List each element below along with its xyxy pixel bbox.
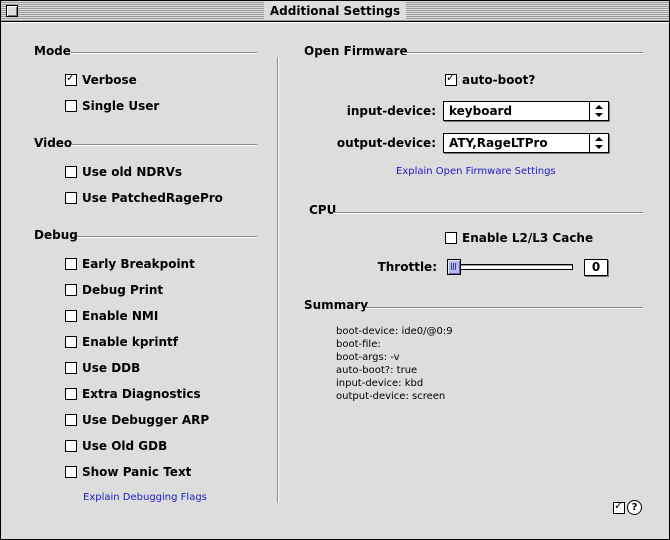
enable-kprintf-row[interactable]: Enable kprintf xyxy=(65,334,178,350)
output-device-popup[interactable]: ATY,RageLTPro xyxy=(443,133,609,153)
debug-print-row[interactable]: Debug Print xyxy=(65,282,163,298)
use-old-ndrvs-checkbox[interactable] xyxy=(65,166,77,178)
extra-diagnostics-label: Extra Diagnostics xyxy=(82,387,201,401)
cpu-divider xyxy=(333,212,643,214)
throttle-value-box: 0 xyxy=(584,259,608,276)
verbose-checkbox[interactable] xyxy=(65,72,77,86)
input-device-value: keyboard xyxy=(449,104,513,118)
throttle-slider-thumb[interactable] xyxy=(447,259,461,275)
summary-boot-device: boot-device: ide0/@0:9 xyxy=(336,326,453,337)
use-patched-ragepro-row[interactable]: Use PatchedRagePro xyxy=(65,190,223,206)
use-ddb-row[interactable]: Use DDB xyxy=(65,360,140,376)
use-ddb-checkbox[interactable] xyxy=(65,362,77,374)
open-firmware-divider xyxy=(403,52,643,54)
mode-divider xyxy=(71,52,257,54)
video-section-title: Video xyxy=(34,136,73,150)
input-device-popup[interactable]: keyboard xyxy=(443,101,609,121)
summary-divider xyxy=(365,307,643,309)
summary-auto-boot: auto-boot?: true xyxy=(336,365,418,376)
single-user-checkbox-row[interactable]: Single User xyxy=(65,98,159,114)
summary-boot-file: boot-file: xyxy=(336,339,381,350)
verbose-checkbox-row[interactable]: Verbose xyxy=(65,72,137,88)
use-old-gdb-label: Use Old GDB xyxy=(82,439,168,453)
use-debugger-arp-label: Use Debugger ARP xyxy=(82,413,210,427)
explain-debugging-flags-link[interactable]: Explain Debugging Flags xyxy=(83,492,207,504)
extra-diagnostics-checkbox[interactable] xyxy=(65,388,77,400)
video-divider xyxy=(71,144,257,146)
enable-cache-label: Enable L2/L3 Cache xyxy=(462,231,594,245)
debug-print-label: Debug Print xyxy=(82,283,164,297)
input-device-label: input-device: xyxy=(346,104,436,118)
auto-boot-checkbox[interactable] xyxy=(445,72,457,86)
close-box-icon[interactable] xyxy=(6,5,18,17)
window-title: Additional Settings xyxy=(263,2,407,20)
explain-open-firmware-link[interactable]: Explain Open Firmware Settings xyxy=(396,166,556,178)
window-content: Mode Verbose Single User Video Use old N… xyxy=(1,22,669,539)
extra-diagnostics-row[interactable]: Extra Diagnostics xyxy=(65,386,201,402)
summary-input-device: input-device: kbd xyxy=(336,378,424,389)
title-bar[interactable]: Additional Settings xyxy=(1,1,669,22)
verbose-label: Verbose xyxy=(82,73,137,87)
auto-boot-label: auto-boot? xyxy=(462,73,536,87)
single-user-label: Single User xyxy=(82,99,160,113)
debug-print-checkbox[interactable] xyxy=(65,284,77,296)
use-patched-ragepro-label: Use PatchedRagePro xyxy=(82,191,223,205)
summary-section-title: Summary xyxy=(304,298,369,312)
enable-kprintf-checkbox[interactable] xyxy=(65,336,77,348)
cpu-section-title: CPU xyxy=(309,203,337,217)
use-old-ndrvs-label: Use old NDRVs xyxy=(82,165,183,179)
enable-kprintf-label: Enable kprintf xyxy=(82,335,178,349)
early-breakpoint-checkbox[interactable] xyxy=(65,258,77,270)
use-debugger-arp-row[interactable]: Use Debugger ARP xyxy=(65,412,209,428)
debug-section-title: Debug xyxy=(34,228,78,242)
show-panic-text-row[interactable]: Show Panic Text xyxy=(65,464,191,480)
column-divider xyxy=(277,57,279,503)
checkbox-icon[interactable] xyxy=(613,500,625,514)
use-old-gdb-row[interactable]: Use Old GDB xyxy=(65,438,167,454)
updown-arrows-icon xyxy=(589,102,608,120)
open-firmware-section-title: Open Firmware xyxy=(304,44,408,58)
use-patched-ragepro-checkbox[interactable] xyxy=(65,192,77,204)
mode-section-title: Mode xyxy=(34,44,71,58)
use-debugger-arp-checkbox[interactable] xyxy=(65,414,77,426)
summary-boot-args: boot-args: -v xyxy=(336,352,400,363)
enable-nmi-row[interactable]: Enable NMI xyxy=(65,308,158,324)
output-device-label: output-device: xyxy=(336,136,436,150)
early-breakpoint-label: Early Breakpoint xyxy=(82,257,195,271)
help-icon[interactable]: ? xyxy=(627,500,642,515)
debug-divider xyxy=(77,236,257,238)
single-user-checkbox[interactable] xyxy=(65,100,77,112)
use-old-ndrvs-row[interactable]: Use old NDRVs xyxy=(65,164,182,180)
enable-cache-checkbox[interactable] xyxy=(445,232,457,244)
show-panic-text-checkbox[interactable] xyxy=(65,466,77,478)
auto-boot-row[interactable]: auto-boot? xyxy=(445,72,535,88)
throttle-slider-track[interactable] xyxy=(447,264,573,270)
throttle-label: Throttle: xyxy=(377,260,437,274)
early-breakpoint-row[interactable]: Early Breakpoint xyxy=(65,256,195,272)
enable-cache-row[interactable]: Enable L2/L3 Cache xyxy=(445,230,593,246)
enable-nmi-label: Enable NMI xyxy=(82,309,159,323)
settings-window: Additional Settings Mode Verbose Single … xyxy=(0,0,670,540)
show-panic-text-label: Show Panic Text xyxy=(82,465,192,479)
summary-output-device: output-device: screen xyxy=(336,391,446,402)
use-old-gdb-checkbox[interactable] xyxy=(65,440,77,452)
output-device-value: ATY,RageLTPro xyxy=(449,136,548,150)
use-ddb-label: Use DDB xyxy=(82,361,141,375)
enable-nmi-checkbox[interactable] xyxy=(65,310,77,322)
updown-arrows-icon xyxy=(589,134,608,152)
bottom-icons: ? xyxy=(613,500,642,515)
